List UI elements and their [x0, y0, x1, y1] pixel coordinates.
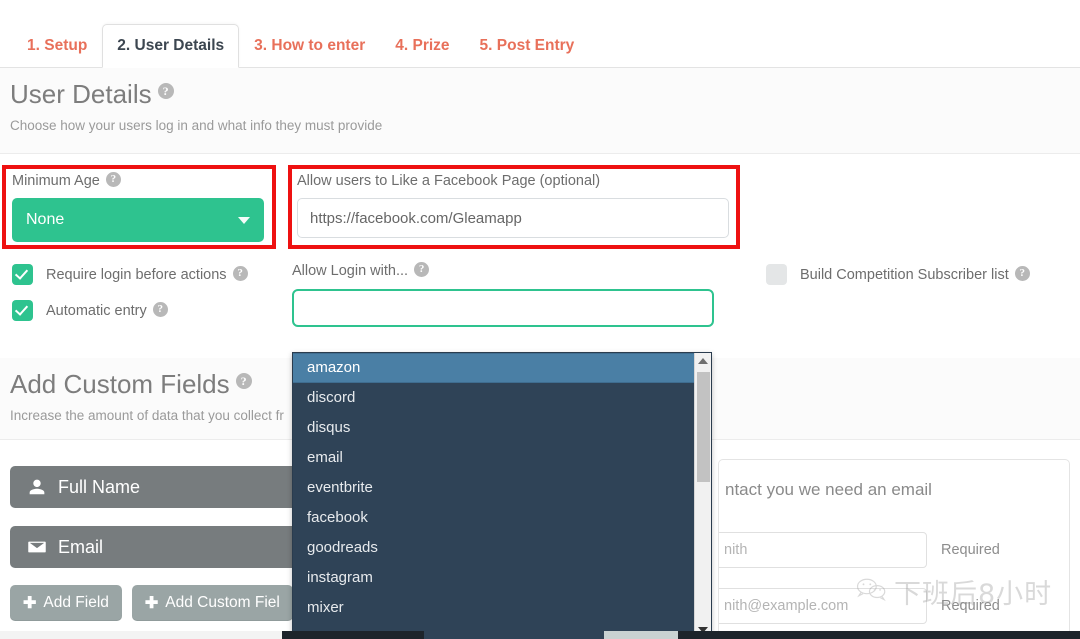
checkbox-unchecked-icon[interactable]	[766, 264, 787, 285]
tab-setup[interactable]: 1. Setup	[12, 24, 102, 68]
preview-message: ntact you we need an email	[725, 480, 932, 499]
allow-login-with-label: Allow Login with...	[292, 263, 409, 279]
tab-how-to-enter[interactable]: 3. How to enter	[239, 24, 380, 68]
facebook-page-label: Allow users to Like a Facebook Page (opt…	[297, 173, 601, 189]
help-icon[interactable]: ?	[105, 172, 121, 188]
plus-icon: ✚	[23, 595, 37, 612]
tab-post-entry[interactable]: 5. Post Entry	[465, 24, 590, 68]
automatic-entry-checkbox-row[interactable]: Automatic entry ?	[12, 300, 168, 321]
preview-required-label-2: Required	[941, 598, 1000, 614]
user-details-subtitle: Choose how your users log in and what in…	[10, 117, 383, 133]
scrollbar-thumb[interactable]	[697, 372, 710, 482]
checkbox-checked-icon[interactable]	[12, 264, 33, 285]
add-field-label: Add Field	[43, 594, 109, 611]
minimum-age-value: None	[26, 211, 65, 228]
subscriber-list-label: Build Competition Subscriber list	[800, 266, 1009, 283]
user-icon	[26, 478, 48, 496]
preview-required-label-1: Required	[941, 542, 1000, 558]
tab-list: 1. Setup 2. User Details 3. How to enter…	[12, 22, 589, 68]
scroll-up-arrow-icon[interactable]	[695, 353, 711, 369]
help-icon[interactable]: ?	[232, 266, 248, 281]
tab-how-to-enter-label: 3. How to enter	[254, 36, 366, 54]
list-item[interactable]: eventbrite	[293, 473, 695, 503]
preview-email-placeholder: nith@example.com	[724, 598, 849, 614]
minimum-age-group: Minimum Age? None	[12, 172, 264, 242]
help-icon[interactable]: ?	[1014, 266, 1030, 281]
user-details-section-header: User Details? Choose how your users log …	[0, 68, 1080, 154]
minimum-age-select[interactable]: None	[12, 198, 264, 242]
list-item[interactable]: instagram	[293, 563, 695, 593]
list-item[interactable]: facebook	[293, 503, 695, 533]
custom-fields-title: Add Custom Fields	[10, 369, 230, 399]
help-icon[interactable]: ?	[414, 262, 430, 278]
checkbox-checked-icon[interactable]	[12, 300, 33, 321]
minimum-age-label: Minimum Age	[12, 173, 100, 189]
list-item[interactable]: amazon	[293, 353, 695, 383]
facebook-page-input[interactable]: https://facebook.com/Gleamapp	[297, 198, 729, 238]
tab-bar: 1. Setup 2. User Details 3. How to enter…	[0, 0, 1080, 68]
dropdown-scrollbar[interactable]	[694, 353, 711, 638]
add-custom-field-label: Add Custom Fiel	[165, 594, 280, 611]
help-icon[interactable]: ?	[157, 83, 174, 100]
tab-prize-label: 4. Prize	[395, 36, 450, 54]
list-item[interactable]: disqus	[293, 413, 695, 443]
add-field-button[interactable]: ✚ Add Field	[10, 585, 122, 621]
field-row-label: Email	[58, 536, 104, 557]
preview-name-placeholder: nith	[724, 542, 748, 558]
list-item[interactable]: mixer	[293, 593, 695, 623]
allow-login-with-group: Allow Login with...?	[292, 262, 714, 327]
envelope-icon	[26, 537, 48, 557]
subscriber-list-checkbox-row[interactable]: Build Competition Subscriber list ?	[766, 264, 1030, 285]
plus-icon: ✚	[144, 595, 159, 612]
tab-setup-label: 1. Setup	[27, 36, 88, 54]
chevron-down-icon	[238, 216, 250, 224]
page-footer-strip	[0, 631, 1080, 639]
list-item[interactable]: discord	[293, 383, 695, 413]
help-icon[interactable]: ?	[152, 302, 168, 317]
login-provider-dropdown[interactable]: amazon discord disqus email eventbrite f…	[292, 352, 712, 639]
preview-email-input[interactable]: nith@example.com	[719, 588, 927, 624]
help-icon[interactable]: ?	[235, 373, 252, 390]
require-login-label: Require login before actions	[46, 266, 227, 283]
automatic-entry-label: Automatic entry	[46, 302, 147, 319]
require-login-checkbox-row[interactable]: Require login before actions ?	[12, 264, 248, 285]
facebook-page-group: Allow users to Like a Facebook Page (opt…	[297, 172, 729, 238]
tab-post-entry-label: 5. Post Entry	[479, 36, 575, 54]
login-provider-option-list: amazon discord disqus email eventbrite f…	[293, 353, 695, 623]
allow-login-with-input[interactable]	[292, 289, 714, 327]
add-custom-field-button[interactable]: ✚ Add Custom Fiel	[131, 585, 293, 621]
footer-seg-accent	[604, 631, 678, 639]
list-item[interactable]: goodreads	[293, 533, 695, 563]
facebook-page-value: https://facebook.com/Gleamapp	[310, 209, 522, 227]
tab-user-details-label: 2. User Details	[117, 36, 225, 54]
list-item[interactable]: email	[293, 443, 695, 473]
footer-seg-dropdown	[424, 631, 604, 639]
tab-user-details[interactable]: 2. User Details	[102, 24, 240, 68]
preview-name-input[interactable]: nith	[719, 532, 927, 568]
field-row-label: Full Name	[58, 476, 141, 497]
page-title: User Details	[10, 79, 152, 109]
entry-form-preview: ntact you we need an email nith Required…	[718, 459, 1070, 639]
footer-seg-light	[0, 631, 282, 639]
custom-fields-button-row: ✚ Add Field ✚ Add Custom Fiel	[10, 585, 293, 621]
tab-prize[interactable]: 4. Prize	[380, 24, 464, 68]
